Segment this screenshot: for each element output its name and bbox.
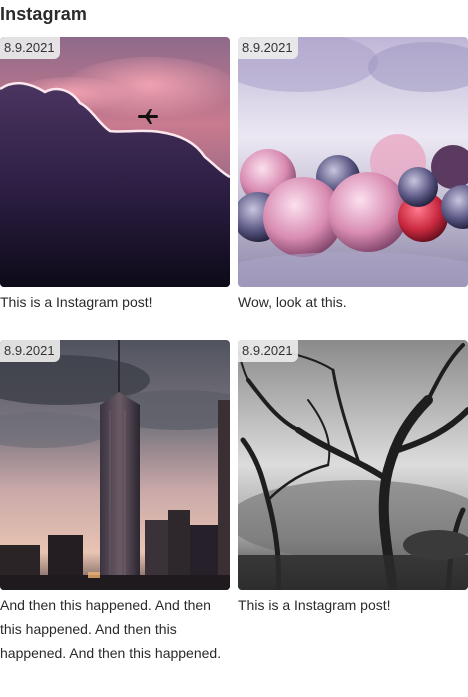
post-card: 8.9.2021 And then this happened. And the… — [0, 340, 230, 665]
feed-title: Instagram — [0, 4, 87, 24]
post-date: 8.9.2021 — [238, 340, 298, 362]
frozen-berries-image — [238, 37, 468, 287]
post-caption: Wow, look at this. — [238, 294, 347, 310]
post-caption: This is a Instagram post! — [0, 294, 153, 310]
post-date: 8.9.2021 — [0, 340, 60, 362]
post-image-frozen-berries[interactable]: 8.9.2021 — [238, 37, 468, 287]
post-card: 8.9.2021 This is a Instagram post! — [238, 340, 468, 665]
city-skyscraper-image — [0, 340, 230, 590]
black-white-trees-image — [238, 340, 468, 590]
post-date: 8.9.2021 — [0, 37, 60, 59]
post-image-city-skyscraper[interactable]: 8.9.2021 — [0, 340, 230, 590]
post-caption: This is a Instagram post! — [238, 597, 391, 613]
post-grid: 8.9.2021 This is a Instagram post! 8.9.2… — [0, 37, 468, 665]
instagram-feed: Instagram 8.9.2021 This is a Instagram p… — [0, 0, 468, 697]
post-card: 8.9.2021 Wow, look at this. — [238, 37, 468, 314]
post-card: 8.9.2021 This is a Instagram post! — [0, 37, 230, 314]
post-image-sunset-clouds[interactable]: 8.9.2021 — [0, 37, 230, 287]
sunset-clouds-image — [0, 37, 230, 287]
post-caption: And then this happened. And then this ha… — [0, 597, 222, 661]
post-image-black-white-trees[interactable]: 8.9.2021 — [238, 340, 468, 590]
post-date: 8.9.2021 — [238, 37, 298, 59]
